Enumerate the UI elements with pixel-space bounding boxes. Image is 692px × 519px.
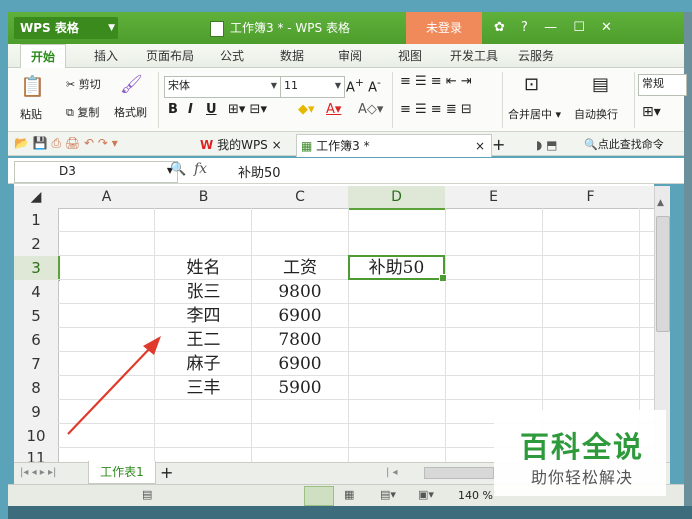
view-normal-button[interactable] — [304, 486, 334, 506]
scroll-up-icon[interactable]: ▲ — [657, 198, 664, 208]
status-sheet-icon: ▤ — [142, 488, 153, 501]
watermark-title: 百科全说 — [519, 430, 644, 464]
sheet-nav-icon[interactable]: |◂ ◂ ▸ ▸| — [20, 467, 56, 478]
watermark-subtitle: 助你轻松解决 — [530, 468, 633, 487]
h-scroll-thumb[interactable] — [424, 467, 494, 479]
sheet-tab-1[interactable]: 工作表1 — [88, 461, 156, 484]
h-scroll-left-icon[interactable]: | ◂ — [386, 467, 398, 478]
scroll-thumb[interactable] — [656, 216, 670, 332]
zoom-level[interactable]: 140 % — [458, 489, 493, 502]
view-reading-icon[interactable]: ▣▾ — [418, 488, 434, 501]
add-sheet-icon[interactable]: + — [160, 463, 173, 482]
view-layout-icon[interactable]: ▤▾ — [380, 488, 396, 501]
view-page-icon[interactable]: ▦ — [344, 488, 354, 501]
